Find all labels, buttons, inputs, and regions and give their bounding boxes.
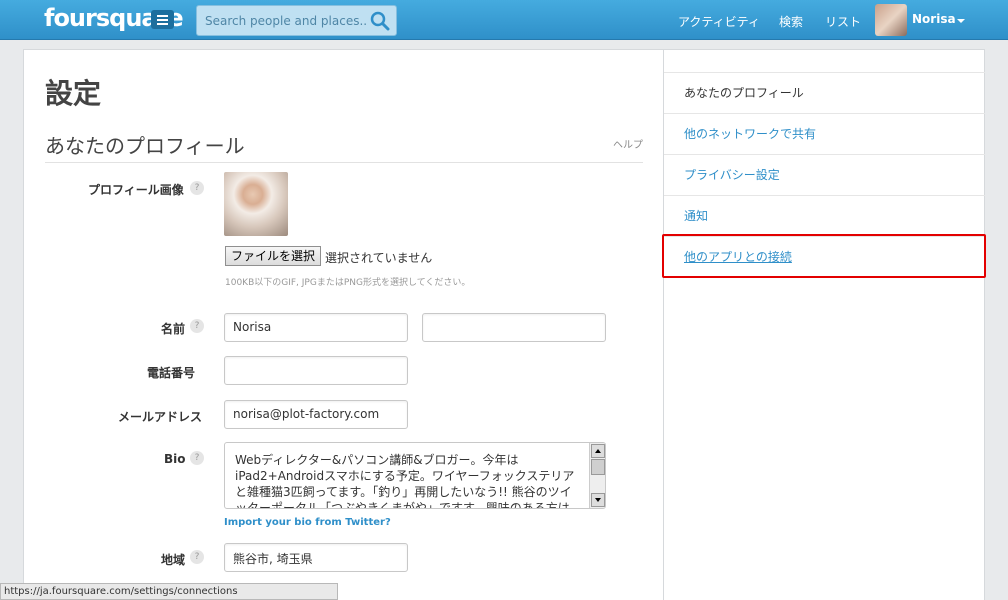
region-label: 地域 <box>161 553 186 567</box>
highlight-box <box>662 234 986 278</box>
help-icon[interactable]: ? <box>190 451 204 465</box>
scrollbar[interactable] <box>589 443 605 508</box>
help-icon[interactable]: ? <box>190 550 204 564</box>
sidebar-item-privacy[interactable]: プライバシー設定 <box>664 154 985 195</box>
scroll-thumb[interactable] <box>591 459 605 475</box>
help-icon[interactable]: ? <box>190 181 204 195</box>
page-title: 設定 <box>45 77 102 110</box>
phone-label: 電話番号 <box>147 366 196 380</box>
search-box <box>196 5 397 36</box>
choose-file-button[interactable]: ファイルを選択 <box>225 246 321 266</box>
name-label: 名前 <box>161 322 186 336</box>
divider <box>45 162 643 163</box>
bio-textarea[interactable]: Webディレクター&パソコン講師&ブロガー。今年はiPad2+Androidスマ… <box>224 442 606 509</box>
file-hint: 100KB以下のGIF, JPGまたはPNG形式を選択してください。 <box>225 278 471 288</box>
chevron-down-icon[interactable] <box>957 19 965 23</box>
user-avatar[interactable] <box>875 4 907 36</box>
sidebar-item-label: あなたのプロフィール <box>684 86 804 100</box>
profile-image-label: プロフィール画像 <box>88 183 184 197</box>
nav-lists[interactable]: リスト <box>825 13 861 30</box>
help-link[interactable]: ヘルプ <box>613 136 643 151</box>
sidebar-item-notifications[interactable]: 通知 <box>664 195 985 236</box>
user-name[interactable]: Norisa <box>912 12 956 26</box>
phone-field[interactable] <box>224 356 408 385</box>
region-field[interactable]: 熊谷市, 埼玉県 <box>224 543 408 572</box>
first-name-field[interactable]: Norisa <box>224 313 408 342</box>
bio-label: Bio <box>164 452 186 466</box>
sidebar-item-sharing[interactable]: 他のネットワークで共有 <box>664 113 985 154</box>
email-label: メールアドレス <box>118 410 203 424</box>
import-bio-link[interactable]: Import your bio from Twitter? <box>224 517 391 528</box>
browser-status-bar: https://ja.foursquare.com/settings/conne… <box>0 583 338 600</box>
file-status: 選択されていません <box>325 251 433 265</box>
last-name-field[interactable] <box>422 313 606 342</box>
section-title: あなたのプロフィール <box>45 134 245 158</box>
sidebar-item-label: 通知 <box>684 209 709 223</box>
scroll-down-icon[interactable] <box>591 493 605 507</box>
settings-main-panel: 設定 あなたのプロフィール ヘルプ プロフィール画像 ? ファイルを選択 選択さ… <box>23 49 664 600</box>
scroll-up-icon[interactable] <box>591 444 605 458</box>
sidebar-item-label: 他のネットワークで共有 <box>684 127 817 141</box>
help-icon[interactable]: ? <box>190 319 204 333</box>
bio-text: Webディレクター&パソコン講師&ブロガー。今年はiPad2+Androidスマ… <box>235 453 575 509</box>
nav-activity[interactable]: アクティビティ <box>678 13 760 30</box>
email-field[interactable]: norisa@plot-factory.com <box>224 400 408 429</box>
top-navigation-bar: foursquare アクティビティ 検索 リスト Norisa <box>0 0 1008 40</box>
settings-sidebar: あなたのプロフィール 他のネットワークで共有 プライバシー設定 通知 他のアプリ… <box>664 49 985 600</box>
nav-search[interactable]: 検索 <box>779 13 803 30</box>
menu-icon[interactable] <box>151 10 174 29</box>
profile-image <box>224 172 288 236</box>
search-icon[interactable] <box>370 11 390 31</box>
search-input[interactable] <box>197 6 367 35</box>
sidebar-item-profile[interactable]: あなたのプロフィール <box>664 72 985 113</box>
sidebar-item-label: プライバシー設定 <box>684 168 780 182</box>
